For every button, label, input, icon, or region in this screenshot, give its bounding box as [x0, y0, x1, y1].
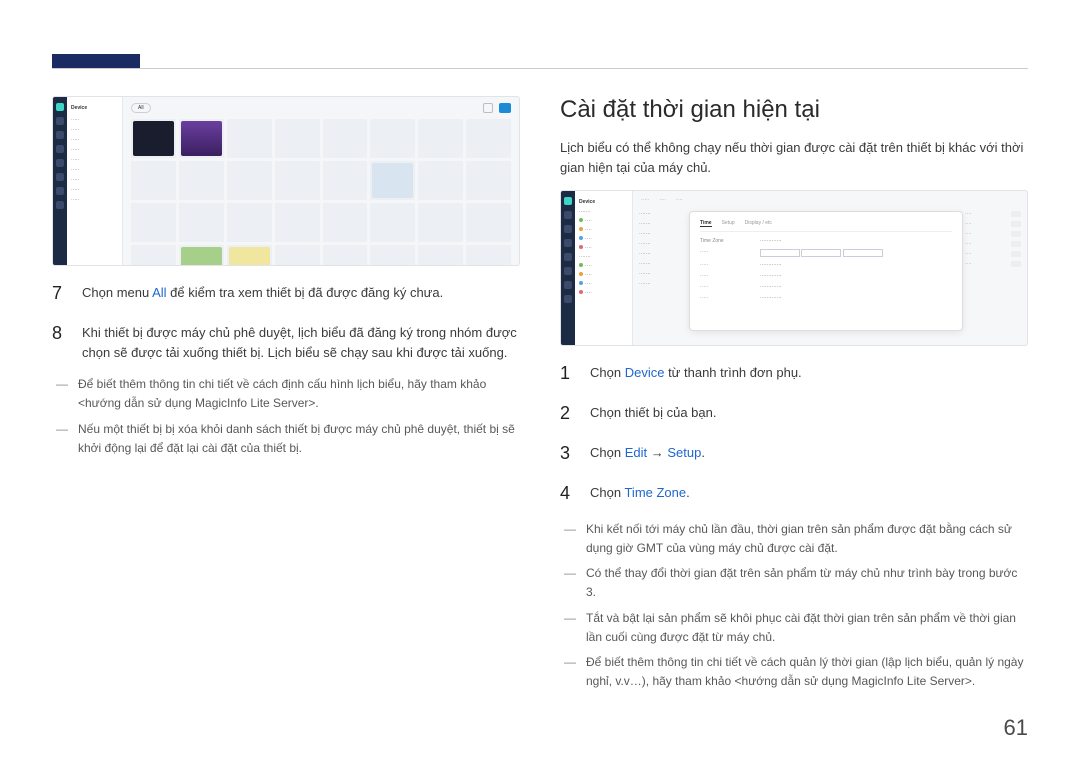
- step-8: 8 Khi thiết bị được máy chủ phê duyệt, l…: [52, 320, 520, 363]
- sidebar-title: Device: [579, 199, 628, 205]
- ui-edit: Edit: [625, 445, 647, 460]
- field-label: Time Zone: [700, 238, 760, 244]
- section-tab-marker: [52, 54, 140, 68]
- left-column: Device ························· ·······…: [52, 96, 520, 703]
- device-sidebar: Device ························· ·······…: [67, 97, 123, 265]
- note-text: Nếu một thiết bị bị xóa khỏi danh sách t…: [78, 420, 520, 458]
- step-7: 7 Chọn menu All để kiểm tra xem thiết bị…: [52, 280, 520, 308]
- sidebar-title: Device: [71, 105, 118, 111]
- ui-all: All: [152, 285, 166, 300]
- modal-tab-time: Time: [700, 220, 712, 227]
- step-number: 2: [560, 400, 574, 428]
- dash-icon: ―: [560, 609, 576, 647]
- device-grid-main: All ‹ 1 ›: [123, 97, 519, 265]
- step-number: 1: [560, 360, 574, 388]
- step-text: Chọn menu All để kiểm tra xem thiết bị đ…: [82, 280, 520, 308]
- step-4: 4 Chọn Time Zone.: [560, 480, 1028, 508]
- step-2: 2 Chọn thiết bị của bạn.: [560, 400, 1028, 428]
- nav-rail: [53, 97, 67, 265]
- step-1: 1 Chọn Device từ thanh trình đơn phụ.: [560, 360, 1028, 388]
- page-number: 61: [1004, 715, 1028, 741]
- field-input: [760, 249, 800, 257]
- ui-device: Device: [625, 365, 665, 380]
- note-text: Để biết thêm thông tin chi tiết về cách …: [78, 375, 520, 413]
- step-number: 3: [560, 440, 574, 468]
- dash-icon: ―: [52, 375, 68, 413]
- dash-icon: ―: [560, 564, 576, 602]
- toolbar: All: [131, 103, 511, 113]
- chip-all: All: [131, 103, 151, 113]
- note-text: Để biết thêm thông tin chi tiết về cách …: [586, 653, 1028, 691]
- dash-icon: ―: [560, 653, 576, 691]
- modal-tab-display: Display / etc: [745, 220, 772, 227]
- time-setup-screenshot: Device ······· ···· ···· ···· ···· ·····…: [560, 190, 1028, 346]
- step-text: Khi thiết bị được máy chủ phê duyệt, lịc…: [82, 320, 520, 363]
- note-text: Tắt và bật lại sản phẩm sẽ khôi phục cài…: [586, 609, 1028, 647]
- device-sidebar: Device ······· ···· ···· ···· ···· ·····…: [575, 191, 633, 345]
- nav-rail: [561, 191, 575, 345]
- right-notes: ― Khi kết nối tới máy chủ lần đầu, thời g…: [560, 520, 1028, 692]
- step-number: 7: [52, 280, 66, 308]
- device-list-left: ···························· ···········…: [639, 211, 687, 331]
- device-list-right: ···· ···· ···· ···· ···· ····: [965, 211, 1021, 331]
- section-intro: Lịch biểu có thể không chạy nếu thời gia…: [560, 138, 1028, 178]
- section-title: Cài đặt thời gian hiện tại: [560, 96, 1028, 124]
- list-view-icon: [483, 103, 493, 113]
- setup-main: ············· ··························…: [633, 191, 1027, 345]
- ui-timezone: Time Zone: [624, 485, 686, 500]
- edit-modal: Time Setup Display / etc Time Zone······…: [689, 211, 963, 331]
- grid-view-icon: [499, 103, 511, 113]
- modal-tab-setup: Setup: [722, 220, 735, 227]
- step-3: 3 Chọn Edit → Setup.: [560, 440, 1028, 468]
- left-notes: ― Để biết thêm thông tin chi tiết về cách…: [52, 375, 520, 458]
- ui-setup: Setup: [667, 445, 701, 460]
- step-number: 8: [52, 320, 66, 363]
- thumb-grid: [131, 119, 511, 266]
- top-divider: [52, 68, 1028, 69]
- dash-icon: ―: [52, 420, 68, 458]
- dash-icon: ―: [560, 520, 576, 558]
- note-text: Có thể thay đổi thời gian đặt trên sản p…: [586, 564, 1028, 602]
- note-text: Khi kết nối tới máy chủ lần đầu, thời gi…: [586, 520, 1028, 558]
- right-column: Cài đặt thời gian hiện tại Lịch biểu có …: [560, 96, 1028, 703]
- device-grid-screenshot: Device ························· ·······…: [52, 96, 520, 266]
- two-column-layout: Device ························· ·······…: [52, 96, 1028, 703]
- step-number: 4: [560, 480, 574, 508]
